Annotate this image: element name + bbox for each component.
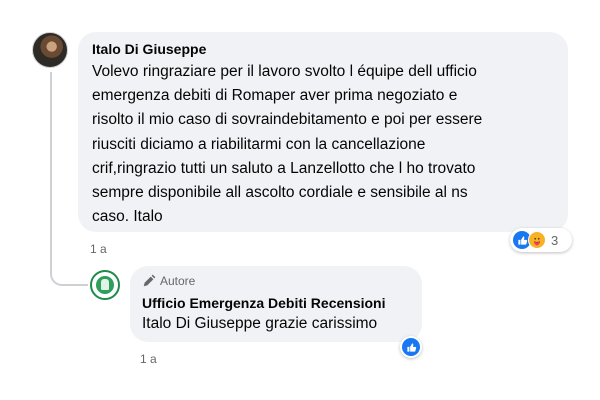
reply-bubble: Autore Ufficio Emergenza Debiti Recensio… [130,266,422,342]
reply-reactions[interactable] [400,336,422,358]
avatar[interactable] [32,32,68,68]
reaction-count: 3 [551,232,559,248]
reply-text: Italo Di Giuseppe grazie carissimo [142,315,378,332]
pen-icon [142,274,156,288]
comment-reactions[interactable]: 3 [510,228,572,252]
author-badge: Autore [142,273,410,289]
care-icon [528,231,546,249]
comment-timestamp[interactable]: 1 a [90,242,107,256]
comment-text: Volevo ringraziare per il lavoro svolto … [92,63,483,226]
comment-author[interactable]: Italo Di Giuseppe [92,40,554,58]
like-icon [402,338,420,356]
thread-line [50,72,52,258]
author-badge-label: Autore [160,274,196,288]
page-avatar[interactable] [90,270,120,300]
comment-bubble: Italo Di Giuseppe Volevo ringraziare per… [78,32,568,232]
thread-connector [50,256,88,286]
reply-timestamp[interactable]: 1 a [140,352,157,366]
reply-author[interactable]: Ufficio Emergenza Debiti Recensioni [142,293,410,313]
